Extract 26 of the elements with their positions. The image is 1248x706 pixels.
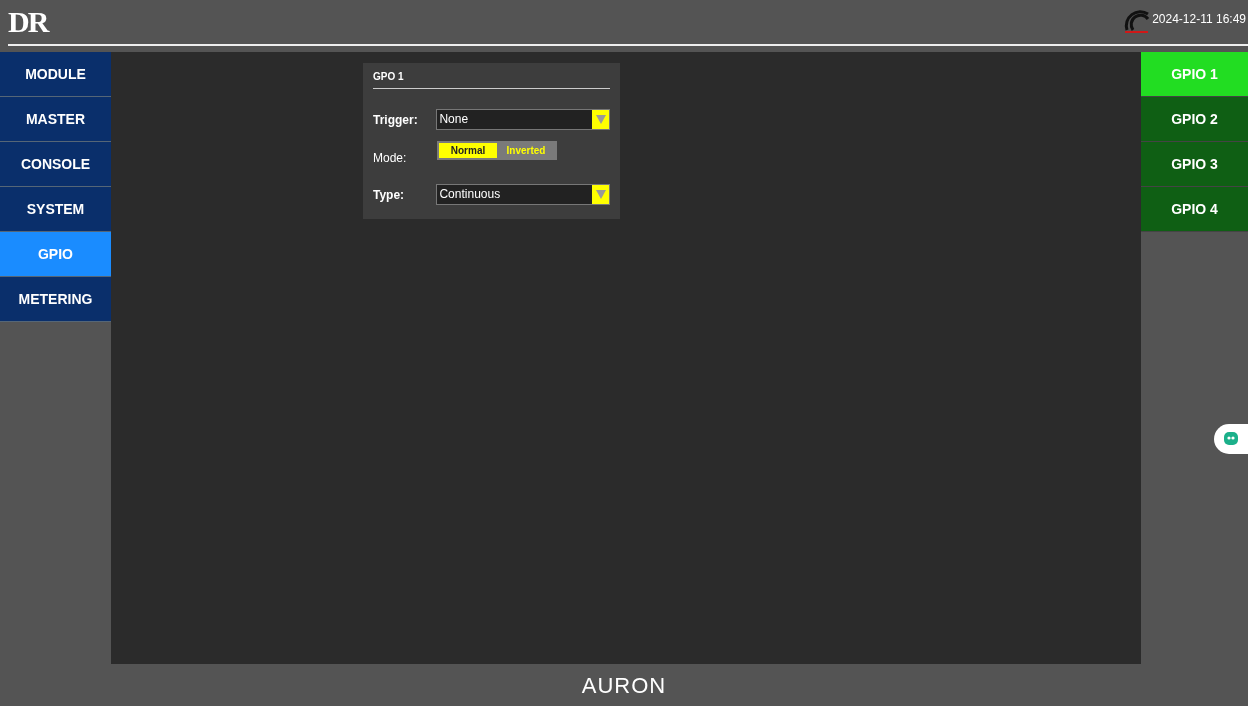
chat-icon	[1223, 431, 1239, 447]
chat-bubble-button[interactable]	[1214, 424, 1248, 454]
gpio-tab[interactable]: GPIO 4	[1141, 187, 1248, 232]
gpio-tab[interactable]: GPIO 2	[1141, 97, 1248, 142]
dropdown[interactable]: Continuous	[436, 184, 610, 205]
field-label: Mode:	[373, 150, 408, 167]
brand-logo: AURON	[581, 671, 667, 700]
dropdown-caret-icon	[592, 185, 609, 204]
panel-title: GPO 1	[373, 69, 610, 89]
gpio-tab[interactable]: GPIO 3	[1141, 142, 1248, 187]
dropdown-caret-icon	[592, 110, 609, 129]
field-label: Type:	[373, 187, 406, 204]
sidebar-item[interactable]: MASTER	[0, 97, 111, 142]
field-label: Trigger:	[373, 112, 419, 129]
mode-toggle[interactable]: Inverted	[497, 143, 555, 158]
dropdown-value: None	[438, 111, 470, 128]
mode-toggle[interactable]: Normal	[439, 143, 497, 158]
sidebar-item[interactable]: SYSTEM	[0, 187, 111, 232]
sidebar-item[interactable]: MODULE	[0, 52, 111, 97]
dropdown[interactable]: None	[436, 109, 610, 130]
datetime: 2024-12-11 16:49	[1152, 11, 1246, 28]
sidebar-item[interactable]: CONSOLE	[0, 142, 111, 187]
dropdown-value: Continuous	[438, 186, 502, 203]
signal-arc-icon	[1124, 10, 1151, 34]
sidebar-item[interactable]: METERING	[0, 277, 111, 322]
logo: DR	[8, 7, 48, 37]
